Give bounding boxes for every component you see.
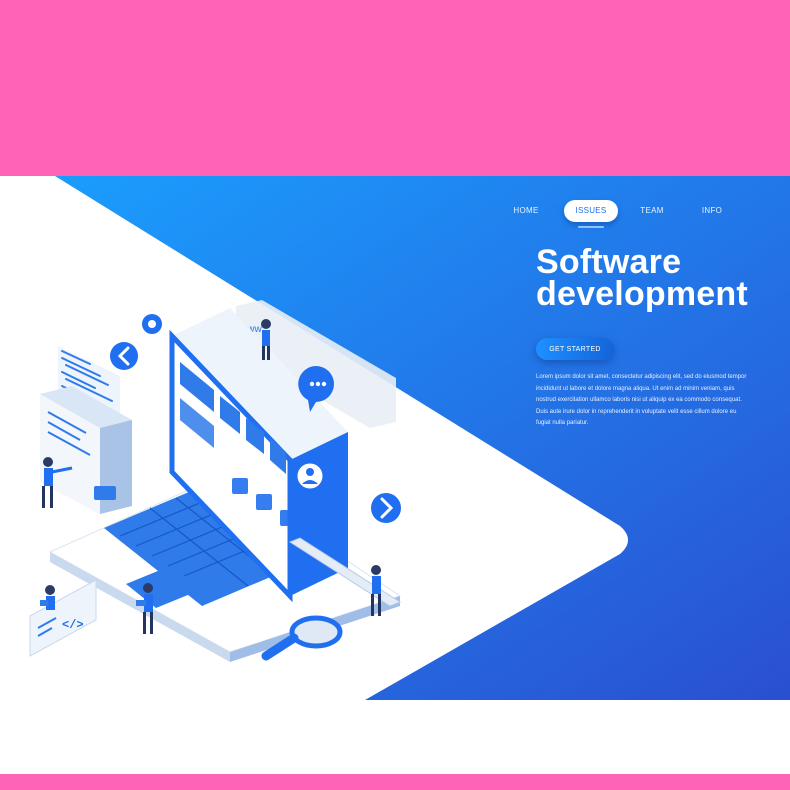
software-development-illustration: www </> [29,300,402,662]
hero-title: Software development [536,243,748,313]
bottom-pink-band [0,774,790,790]
hero-description: Lorem ipsum dolor sit amet, consectetur … [536,374,747,427]
nav-team[interactable]: TEAM [634,200,670,222]
nav-issues[interactable]: ISSUES [564,200,618,222]
hero-section: HOME ISSUES TEAM INFO Software developme… [0,176,790,700]
chevron-right-icon [371,493,401,523]
code-badge: </> [29,579,97,657]
chevron-left-icon [110,342,138,370]
active-tab-indicator [578,226,604,228]
person-sitting-bottom-left [40,585,55,610]
gear-icon [142,314,162,334]
top-pink-band [0,0,790,176]
nav-info[interactable]: INFO [696,200,728,222]
get-started-button[interactable]: GET STARTED [536,338,614,360]
top-navigation: HOME ISSUES TEAM INFO [500,200,760,228]
code-badge-label: </> [62,618,84,632]
user-avatar-icon [294,460,326,492]
